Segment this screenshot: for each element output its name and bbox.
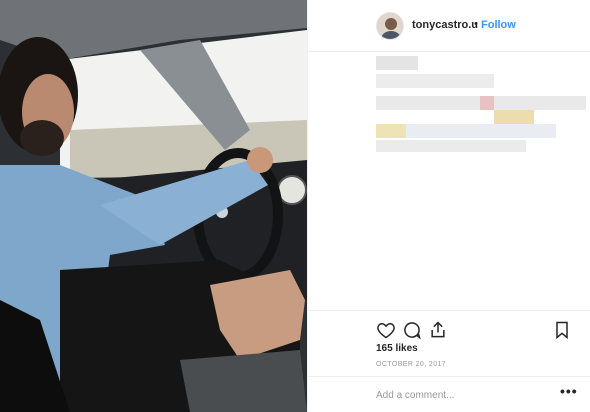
- blurred-caption: [376, 52, 586, 162]
- likes-count[interactable]: 165 likes: [376, 343, 418, 354]
- blur-block: [494, 110, 534, 124]
- post-header: tonycastro.u • Follow: [308, 0, 590, 52]
- follow-button[interactable]: Follow: [481, 19, 516, 31]
- blur-block: [406, 124, 556, 138]
- avatar[interactable]: [376, 12, 404, 40]
- post-actions-bar: [308, 310, 590, 346]
- username-link[interactable]: tonycastro.u: [412, 19, 478, 31]
- blur-block: [480, 96, 494, 110]
- bookmark-icon[interactable]: [552, 320, 572, 340]
- share-icon[interactable]: [428, 320, 448, 340]
- comment-icon[interactable]: [402, 320, 422, 340]
- comment-bar: •••: [308, 376, 590, 412]
- post-date: OCTOBER 20, 2017: [376, 361, 447, 368]
- post-side-panel: tonycastro.u • Follow 165 likes OCTOBER …: [307, 0, 590, 412]
- blur-block: [376, 124, 406, 138]
- blur-block: [376, 56, 418, 70]
- heart-icon[interactable]: [376, 320, 396, 340]
- blur-block: [376, 74, 494, 88]
- separator-dot: •: [474, 18, 478, 30]
- blur-block: [376, 140, 526, 152]
- user-avatar-image: [377, 13, 403, 39]
- more-options-button[interactable]: •••: [560, 383, 578, 399]
- comment-input[interactable]: [376, 386, 546, 404]
- instagram-post: tonycastro.u • Follow 165 likes OCTOBER …: [0, 0, 590, 412]
- car-interior-photo: [0, 0, 307, 412]
- post-photo[interactable]: [0, 0, 307, 412]
